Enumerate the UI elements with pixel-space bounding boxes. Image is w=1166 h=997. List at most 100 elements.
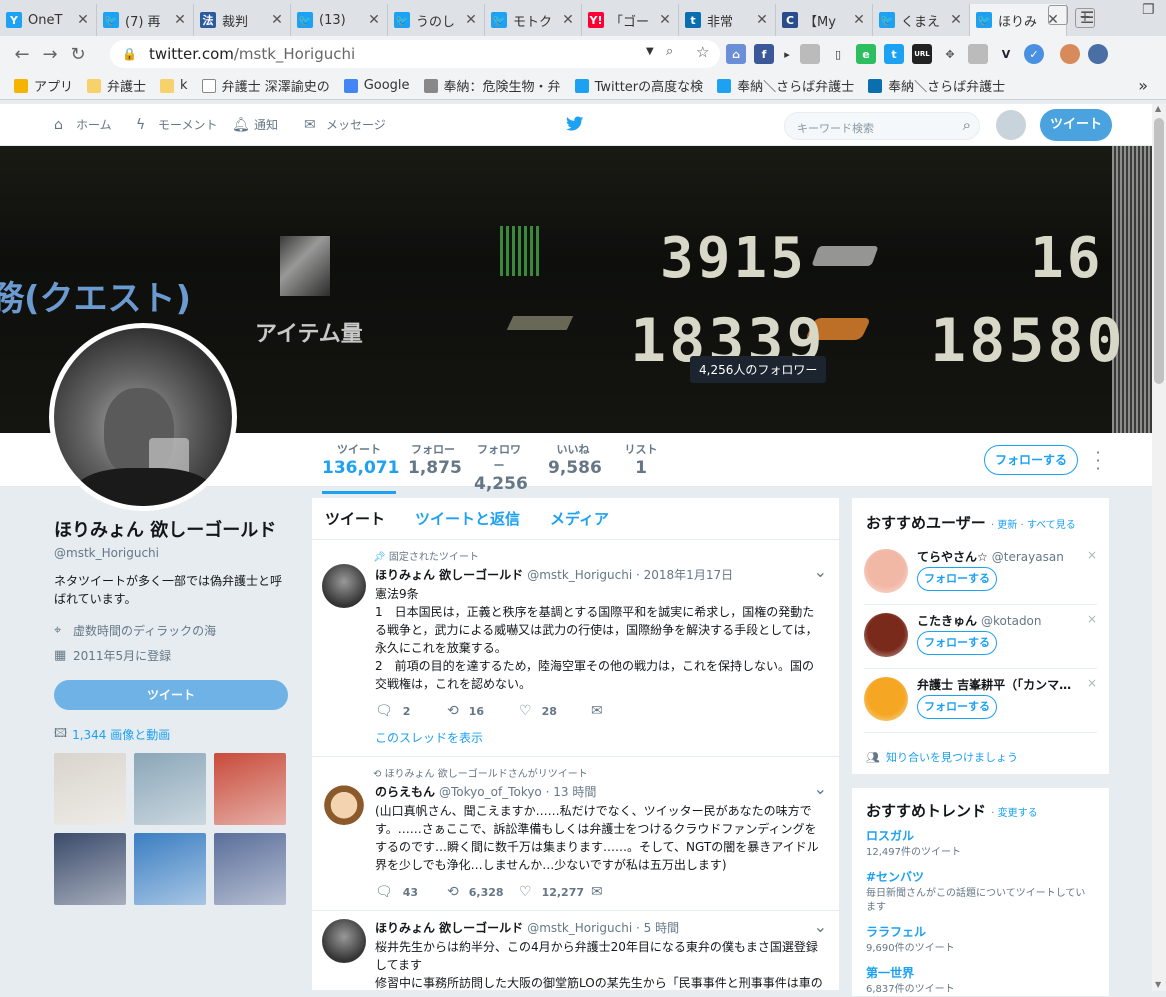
tweet-author-name[interactable]: のらえもん (375, 785, 435, 799)
tab-close-icon[interactable]: ✕ (76, 12, 90, 28)
facebook-extension-icon[interactable]: f (754, 44, 774, 64)
more-options-icon[interactable]: · · · (1092, 445, 1104, 477)
tweet-author-handle[interactable]: @Tokyo_of_Tokyo (439, 785, 542, 799)
zoom-icon[interactable]: ⌕ (666, 44, 673, 59)
reload-icon[interactable]: ↻ (64, 40, 92, 68)
tab-close-icon[interactable]: ✕ (949, 12, 963, 28)
back-arrow-icon[interactable]: ← (8, 40, 36, 68)
bookmark-item[interactable]: 奉納＼さらば弁護士 (868, 76, 1005, 95)
tab-close-icon[interactable]: ✕ (561, 12, 575, 28)
bookmark-item[interactable]: Google (343, 78, 410, 93)
menu-icon[interactable]: ☰ (1080, 8, 1094, 27)
home-extension-icon[interactable]: ⌂ (726, 44, 746, 64)
vivaldi-extension-icon[interactable]: V (996, 44, 1016, 64)
bookmark-item[interactable]: 弁護士 (87, 76, 146, 95)
tweet-time[interactable]: 13 時間 (553, 785, 596, 799)
bookmarks-overflow-icon[interactable]: » (1138, 76, 1148, 95)
media-thumbnail[interactable] (214, 753, 286, 825)
bookmark-item[interactable]: k (160, 78, 188, 93)
browser-tab[interactable]: 🐦 (13) ✕ (291, 4, 388, 36)
tweet-to-user-button[interactable]: ツイート (54, 680, 288, 710)
media-thumbnail[interactable] (214, 833, 286, 905)
tab-close-icon[interactable]: ✕ (658, 12, 672, 28)
tab-close-icon[interactable]: ✕ (755, 12, 769, 28)
stat-1[interactable]: フォロー 1,875 (408, 441, 462, 478)
stat-3[interactable]: いいね 9,586 (548, 441, 602, 478)
search-icon[interactable]: ⌕ (963, 116, 971, 134)
url-shortener-extension-icon[interactable]: URL (912, 44, 932, 64)
play-extension-icon[interactable]: ▸ (782, 44, 792, 64)
media-thumbnail[interactable] (54, 833, 126, 905)
restore-window-icon[interactable]: ❐ (1142, 2, 1155, 18)
reply-action[interactable]: 🗨︎ 43 (375, 884, 447, 900)
browser-tab[interactable]: 🐦 モトク ✕ (485, 4, 582, 36)
media-thumbnail[interactable] (134, 753, 206, 825)
tweet-author-avatar[interactable] (322, 919, 366, 963)
browser-tab[interactable]: 🐦 (7) 再 ✕ (97, 4, 194, 36)
timeline-tab[interactable]: ツイート (325, 508, 385, 529)
tab-close-icon[interactable]: ✕ (270, 12, 284, 28)
inbox-extension-icon[interactable] (800, 44, 820, 64)
heart-action[interactable]: ♡ 28 (519, 703, 591, 719)
tab-close-icon[interactable]: ✕ (367, 12, 381, 28)
stat-2[interactable]: フォロワー 4,256 (474, 441, 528, 494)
follow-suggested-user-button[interactable]: フォローする (917, 695, 997, 719)
dismiss-icon[interactable]: × (1087, 548, 1097, 562)
dismiss-icon[interactable]: × (1087, 612, 1097, 626)
browser-tab[interactable]: C 【My ✕ (776, 4, 873, 36)
media-thumbnail[interactable] (54, 753, 126, 825)
scroll-up-arrow-icon[interactable]: ▲ (1155, 104, 1161, 113)
suggested-user-avatar[interactable] (864, 613, 908, 657)
tweet-time[interactable]: 2018年1月17日 (644, 568, 733, 582)
nav-messages[interactable]: ✉ メッセージ (304, 116, 386, 133)
heart-action[interactable]: ♡ 12,277 (519, 884, 591, 900)
browser-tab[interactable]: 🐦 くまえ ✕ (873, 4, 970, 36)
tab-close-icon[interactable]: ✕ (852, 12, 866, 28)
trend-item[interactable]: 第一世界 6,837件のツイート (866, 964, 1095, 997)
follow-suggested-user-button[interactable]: フォローする (917, 631, 997, 655)
change-trends-link[interactable]: 変更する (998, 808, 1038, 819)
tweet-author-handle[interactable]: @mstk_Horiguchi (527, 568, 632, 582)
compose-tweet-button[interactable]: ツイート (1040, 109, 1112, 141)
direct-message-action[interactable]: ✉ (591, 703, 663, 719)
check-extension-icon[interactable]: ✓ (1024, 44, 1044, 64)
suggested-user-name[interactable]: てらやさん☆ @terayasan (917, 548, 1097, 565)
tab-close-icon[interactable]: ✕ (464, 12, 478, 28)
evernote-extension-icon[interactable]: e (856, 44, 876, 64)
bookmark-item[interactable]: アプリ (14, 76, 73, 95)
timeline-tab[interactable]: メディア (550, 508, 609, 529)
account-avatar[interactable] (996, 110, 1026, 140)
suggested-user-avatar[interactable] (864, 677, 908, 721)
tweet-time[interactable]: 5 時間 (644, 921, 679, 935)
nav-home[interactable]: ⌂ ホーム (54, 116, 112, 133)
bookmark-extension-icon[interactable]: ▯ (828, 44, 848, 64)
reply-action[interactable]: 🗨︎ 2 (375, 703, 447, 719)
suggested-user-name[interactable]: 弁護士 吉峯耕平（「カンマ… (917, 676, 1097, 693)
retweet-action[interactable]: ⟲ 16 (447, 703, 519, 719)
dismiss-icon[interactable]: × (1087, 676, 1097, 690)
tweet-author-avatar[interactable] (322, 781, 366, 825)
timeline-tab[interactable]: ツイートと返信 (415, 508, 520, 529)
tweet-item[interactable]: ほりみょん 欲しーゴールド @mstk_Horiguchi · 5 時間 ⌄ 桜井先生… (312, 911, 839, 990)
stat-4[interactable]: リスト 1 (616, 441, 666, 478)
stat-0[interactable]: ツイート 136,071 (322, 441, 399, 494)
retweet-action[interactable]: ⟲ 6,328 (447, 884, 519, 900)
tweet-item[interactable]: 📌︎ 固定されたツイート ほりみょん 欲しーゴールド @mstk_Horiguchi… (312, 540, 839, 757)
browser-tab[interactable]: Y! 「ゴー ✕ (582, 4, 679, 36)
follow-button[interactable]: フォローする (984, 445, 1078, 475)
trend-item[interactable]: #センバツ 毎日新聞さんがこの話題についてツイートしています (866, 868, 1095, 915)
tweet-item[interactable]: ⟲ ほりみょん 欲しーゴールドさんがリツイート のらえもん @Tokyo_of_To… (312, 757, 839, 911)
dropdown-arrow-icon[interactable]: ▼ (646, 46, 654, 57)
settings-extension-icon[interactable] (1088, 44, 1108, 64)
view-all-link[interactable]: すべて見る (1027, 520, 1076, 531)
chevron-down-icon[interactable]: ⌄ (814, 917, 827, 936)
scrollbar-thumb[interactable] (1154, 118, 1164, 384)
link-extension-icon[interactable] (968, 44, 988, 64)
chevron-down-icon[interactable]: ⌄ (814, 562, 827, 581)
tab-close-icon[interactable]: ✕ (173, 12, 187, 28)
bookmark-item[interactable]: 奉納：危険生物・弁 (423, 76, 561, 95)
refresh-link[interactable]: 更新 (997, 520, 1017, 531)
trend-item[interactable]: ロスガル 12,497件のツイート (866, 827, 1095, 860)
tab-search-icon[interactable] (1048, 5, 1068, 25)
page-scrollbar[interactable]: ▲ ▼ (1152, 104, 1166, 991)
